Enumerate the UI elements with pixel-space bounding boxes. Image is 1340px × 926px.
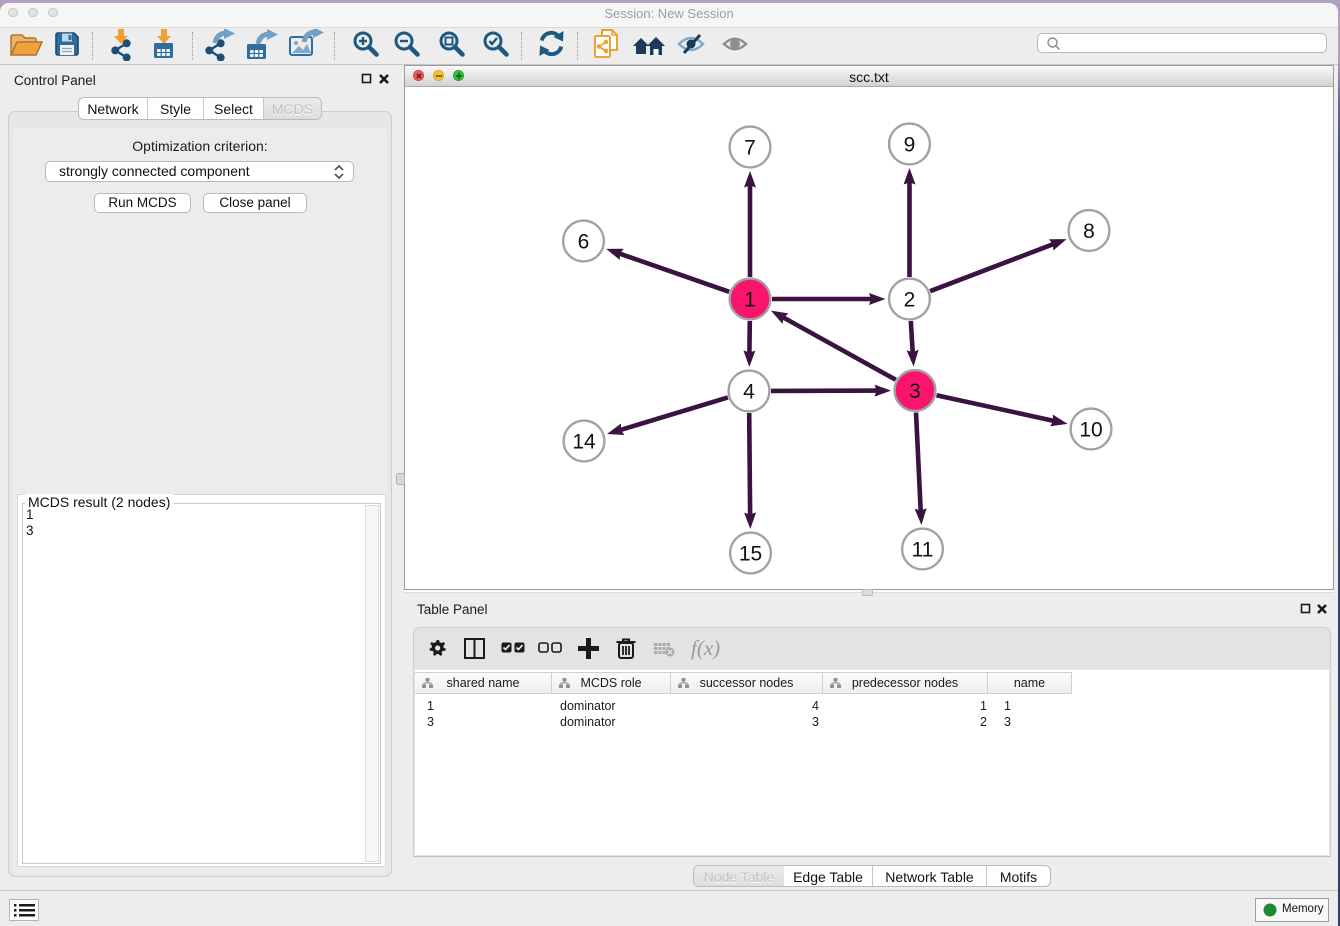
svg-text:9: 9 xyxy=(904,134,916,157)
svg-text:7: 7 xyxy=(744,137,756,160)
svg-text:14: 14 xyxy=(572,431,596,454)
svg-text:2: 2 xyxy=(904,289,916,312)
svg-text:4: 4 xyxy=(743,381,755,404)
svg-text:10: 10 xyxy=(1079,419,1102,442)
svg-text:15: 15 xyxy=(739,543,762,566)
svg-text:11: 11 xyxy=(912,539,934,562)
svg-text:3: 3 xyxy=(909,380,921,403)
svg-text:1: 1 xyxy=(744,289,756,312)
svg-text:6: 6 xyxy=(578,231,590,254)
svg-text:8: 8 xyxy=(1083,220,1095,243)
